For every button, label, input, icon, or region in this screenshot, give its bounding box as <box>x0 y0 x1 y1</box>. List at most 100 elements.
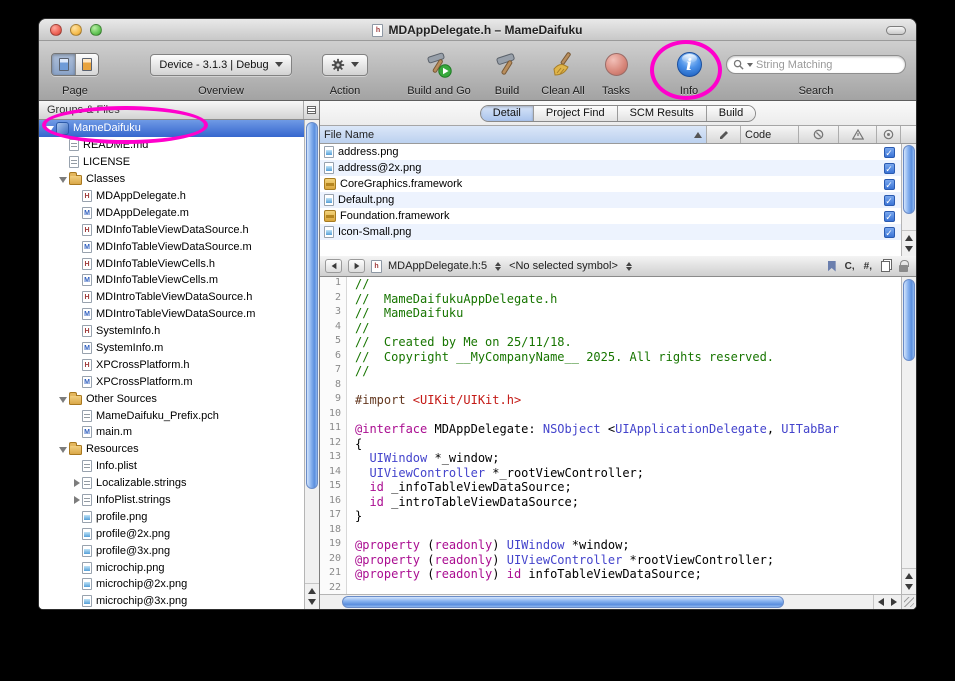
page-segment-debug[interactable] <box>75 54 98 75</box>
code-line[interactable]: // <box>355 277 901 292</box>
file-table-scroll-thumb[interactable] <box>903 145 915 215</box>
file-stepper[interactable] <box>495 261 502 271</box>
column-header-warnings[interactable] <box>839 126 877 143</box>
symbol-stepper[interactable] <box>625 261 632 271</box>
toolbar-toggle-button[interactable] <box>886 26 906 35</box>
column-header-file-name[interactable]: File Name <box>320 126 707 143</box>
action-button[interactable] <box>322 53 368 76</box>
counterpart-icon[interactable]: C, <box>845 261 855 272</box>
page-segmented-control[interactable] <box>51 53 99 76</box>
column-header-scm[interactable] <box>707 126 741 143</box>
code-line[interactable]: id _infoTableViewDataSource; <box>355 480 901 495</box>
toolbar-item-build-and-go[interactable]: Build and Go <box>397 44 481 99</box>
code-line[interactable]: // MameDaifukuAppDelegate.h <box>355 292 901 307</box>
tree-item[interactable]: Resources <box>39 441 304 458</box>
editor-vertical-scrollbar[interactable] <box>901 277 916 594</box>
bookmark-icon[interactable] <box>827 260 836 272</box>
scroll-down-arrow-icon[interactable] <box>308 599 316 605</box>
code-line[interactable] <box>355 408 901 423</box>
tree-item[interactable]: microchip@2x.png <box>39 576 304 593</box>
code-line[interactable]: // Copyright __MyCompanyName__ 2025. All… <box>355 350 901 365</box>
tab-scm-results[interactable]: SCM Results <box>616 105 706 121</box>
tab-project-find[interactable]: Project Find <box>532 105 617 121</box>
disclosure-triangle[interactable] <box>44 122 56 134</box>
tree-item[interactable]: Info.plist <box>39 458 304 475</box>
tree-item[interactable]: Localizable.strings <box>39 475 304 492</box>
target-checkbox[interactable]: ✓ <box>883 178 895 190</box>
scroll-up-arrow-icon[interactable] <box>905 573 913 579</box>
tree-item[interactable]: M XPCrossPlatform.m <box>39 373 304 390</box>
page-segment-project[interactable] <box>52 54 75 75</box>
tab-detail[interactable]: Detail <box>480 105 533 121</box>
code-line[interactable]: { <box>355 437 901 452</box>
disclosure-triangle[interactable] <box>70 494 82 506</box>
disclosure-triangle[interactable] <box>57 443 69 455</box>
code-line[interactable]: @property (readonly) UIWindow *window; <box>355 538 901 553</box>
code-line[interactable]: // <box>355 321 901 336</box>
tree-item[interactable]: MameDaifuku_Prefix.pch <box>39 407 304 424</box>
tree-item[interactable]: Other Sources <box>39 390 304 407</box>
editor-horizontal-scrollbar[interactable] <box>320 594 901 609</box>
tree-item[interactable]: M MDInfoTableViewDataSource.m <box>39 238 304 255</box>
tree-item[interactable]: LICENSE <box>39 154 304 171</box>
tree-item[interactable]: profile@2x.png <box>39 525 304 542</box>
code-line[interactable]: // Created by Me on 25/11/18. <box>355 335 901 350</box>
sidebar-scroll-thumb[interactable] <box>306 122 318 489</box>
code-line[interactable]: UIWindow *_window; <box>355 451 901 466</box>
disclosure-triangle[interactable] <box>57 393 69 405</box>
includes-icon[interactable]: #, <box>864 261 872 272</box>
toolbar-item-clean-all[interactable]: Clean All <box>531 44 595 99</box>
search-field[interactable] <box>726 55 906 74</box>
code-line[interactable]: UIViewController *_rootViewController; <box>355 466 901 481</box>
tree-item[interactable]: H SystemInfo.h <box>39 323 304 340</box>
table-row[interactable]: Default.png ✓ <box>320 192 901 208</box>
code-line[interactable]: // <box>355 364 901 379</box>
sidebar-scrollbar[interactable] <box>304 120 319 609</box>
title-bar[interactable]: h MDAppDelegate.h – MameDaifuku <box>39 19 916 41</box>
scroll-down-arrow-icon[interactable] <box>905 584 913 590</box>
column-header-target[interactable] <box>877 126 901 143</box>
tree-item[interactable]: M MDAppDelegate.m <box>39 204 304 221</box>
tree-item[interactable]: microchip.png <box>39 559 304 576</box>
tree-item[interactable]: profile@3x.png <box>39 542 304 559</box>
scroll-down-arrow-icon[interactable] <box>905 246 913 252</box>
target-checkbox[interactable]: ✓ <box>883 146 895 158</box>
toolbar-item-info[interactable]: i Info <box>662 44 716 99</box>
tree-item[interactable]: M MDIntroTableViewDataSource.m <box>39 306 304 323</box>
tree-item[interactable]: H MDInfoTableViewDataSource.h <box>39 221 304 238</box>
go-back-button[interactable] <box>325 259 342 273</box>
groups-files-header[interactable]: Groups & Files <box>39 101 319 120</box>
scroll-up-arrow-icon[interactable] <box>308 588 316 594</box>
column-header-errors[interactable] <box>799 126 839 143</box>
code-line[interactable]: // MameDaifuku <box>355 306 901 321</box>
toolbar-item-build[interactable]: Build <box>479 44 535 99</box>
tree-item[interactable]: H MDIntroTableViewDataSource.h <box>39 289 304 306</box>
code-line[interactable] <box>355 379 901 394</box>
code-line[interactable] <box>355 582 901 595</box>
tree-item[interactable]: profile.png <box>39 508 304 525</box>
tree-item[interactable]: InfoPlist.strings <box>39 492 304 509</box>
code-line[interactable]: @property (readonly) id infoTableViewDat… <box>355 567 901 582</box>
symbol-popup[interactable]: <No selected symbol> <box>509 260 618 272</box>
column-header-code[interactable]: Code <box>741 126 799 143</box>
code-line[interactable]: #import <UIKit/UIKit.h> <box>355 393 901 408</box>
editor-hscroll-thumb[interactable] <box>342 596 784 608</box>
documents-icon[interactable] <box>881 260 890 272</box>
target-checkbox[interactable]: ✓ <box>883 226 895 238</box>
tree-item[interactable]: Mmain.m <box>39 424 304 441</box>
tree-item[interactable]: Classes <box>39 171 304 188</box>
tree-item[interactable]: H MDInfoTableViewCells.h <box>39 255 304 272</box>
scroll-left-arrow-icon[interactable] <box>878 598 884 606</box>
disclosure-triangle[interactable] <box>70 477 82 489</box>
go-forward-button[interactable] <box>348 259 365 273</box>
target-checkbox[interactable]: ✓ <box>883 162 895 174</box>
overview-dropdown[interactable]: Device - 3.1.3 | Debug <box>150 53 292 76</box>
tree-item[interactable]: M SystemInfo.m <box>39 340 304 357</box>
scroll-up-arrow-icon[interactable] <box>905 235 913 241</box>
code-line[interactable]: @interface MDAppDelegate: NSObject <UIAp… <box>355 422 901 437</box>
disclosure-triangle[interactable] <box>57 173 69 185</box>
tree-item[interactable]: M MDInfoTableViewCells.m <box>39 272 304 289</box>
tree-item[interactable]: H MDAppDelegate.h <box>39 188 304 205</box>
code-editor[interactable]: 1 2 3 4 5 6 7 8 9 10 11 12 13 14 15 16 17 18 19 20 21 22 ////… <box>320 277 916 609</box>
tree-item[interactable]: README.md <box>39 137 304 154</box>
